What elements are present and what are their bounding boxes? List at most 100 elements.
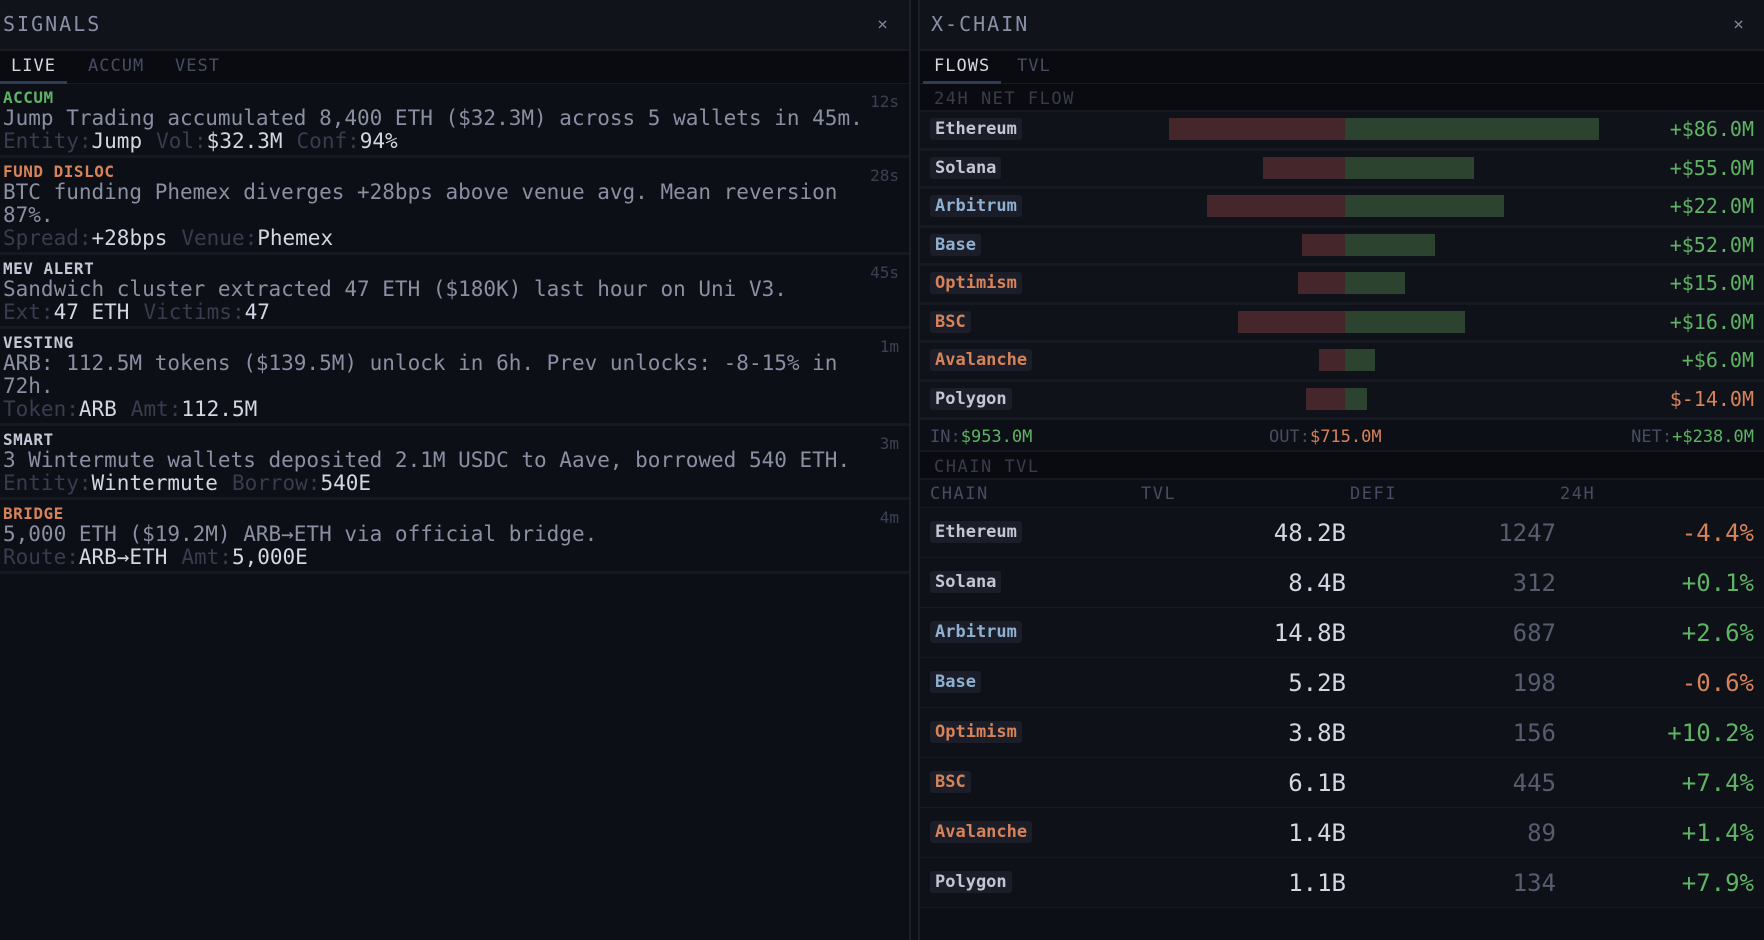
- meta-label: Entity:: [3, 471, 92, 495]
- signal-time: 28s: [870, 166, 899, 185]
- col-tvl: TVL: [1141, 484, 1177, 504]
- col-24h: 24H: [1560, 484, 1596, 504]
- tvl-value: 3.8B: [1288, 719, 1346, 747]
- signal-item[interactable]: ACCUM 12s Jump Trading accumulated 8,400 E…: [0, 84, 909, 158]
- change-24h: -4.4%: [1681, 519, 1754, 547]
- signal-item[interactable]: MEV ALERT 45s Sandwich cluster extracted 4…: [0, 255, 909, 329]
- tab-tvl[interactable]: TVL: [1006, 56, 1062, 84]
- change-24h: +2.6%: [1681, 619, 1754, 647]
- tvl-value: 14.8B: [1273, 619, 1346, 647]
- signals-panel: SIGNALS × LIVE ACCUM VEST ACCUM 12s Jump T…: [0, 0, 911, 940]
- outflow-bar: [1306, 387, 1345, 410]
- outflow-bar: [1237, 310, 1345, 333]
- close-icon[interactable]: ×: [1733, 14, 1744, 35]
- signal-category: MEV ALERT: [3, 259, 95, 278]
- signal-item[interactable]: BRIDGE 4m 5,000 ETH ($19.2M) ARB→ETH via o…: [0, 500, 909, 574]
- tab-live[interactable]: LIVE: [0, 56, 67, 84]
- meta-label: Victims:: [143, 300, 245, 324]
- defi-count: 1247: [1498, 519, 1556, 547]
- tvl-value: 1.4B: [1288, 819, 1346, 847]
- chain-chip: Optimism: [930, 272, 1022, 294]
- chain-chip: Polygon: [930, 871, 1012, 893]
- signal-category: BRIDGE: [3, 504, 64, 523]
- flow-row[interactable]: Base +$52.0M: [920, 227, 1764, 266]
- table-row[interactable]: Ethereum 48.2B 1247 -4.4%: [920, 508, 1764, 558]
- signals-header: SIGNALS ×: [0, 0, 909, 51]
- outflow-bar: [1302, 233, 1345, 256]
- meta-value: 47: [244, 300, 270, 324]
- signal-time: 1m: [879, 337, 899, 356]
- outflow-bar: [1263, 156, 1345, 179]
- chain-chip: Solana: [930, 156, 1002, 179]
- flow-row[interactable]: BSC +$16.0M: [920, 304, 1764, 343]
- inflow-bar: [1345, 118, 1599, 140]
- signal-item[interactable]: FUND DISLOC 28s BTC funding Phemex diverge…: [0, 158, 909, 255]
- outflow-bar: [1168, 118, 1345, 140]
- signal-time: 45s: [870, 263, 899, 282]
- chain-chip: Arbitrum: [930, 621, 1022, 643]
- signal-category: ACCUM: [3, 88, 54, 107]
- change-24h: +1.4%: [1681, 819, 1754, 847]
- meta-label: Amt:: [130, 397, 182, 421]
- flow-row[interactable]: Solana +$55.0M: [920, 150, 1764, 189]
- change-24h: +7.4%: [1681, 769, 1754, 797]
- outflow-bar: [1207, 195, 1345, 217]
- change-24h: +0.1%: [1681, 569, 1754, 597]
- tab-accum[interactable]: ACCUM: [77, 56, 155, 84]
- net-flow-value: +$52.0M: [1669, 232, 1754, 257]
- signal-category: SMART: [3, 430, 54, 449]
- xchain-title: X-CHAIN: [931, 12, 1030, 36]
- table-row[interactable]: Arbitrum 14.8B 687 +2.6%: [920, 608, 1764, 658]
- chain-chip: Avalanche: [930, 349, 1033, 371]
- chain-tvl-label: CHAIN TVL: [920, 452, 1764, 480]
- table-row[interactable]: Polygon 1.1B 134 +7.9%: [920, 858, 1764, 908]
- tab-flows[interactable]: FLOWS: [923, 56, 1002, 84]
- close-icon[interactable]: ×: [877, 14, 888, 35]
- signal-text: 5,000 ETH ($19.2M) ARB→ETH via official …: [3, 522, 598, 546]
- defi-count: 156: [1512, 719, 1556, 747]
- flow-row[interactable]: Ethereum +$86.0M: [920, 112, 1764, 151]
- signal-item[interactable]: SMART 3m 3 Wintermute wallets deposited 2.…: [0, 426, 909, 500]
- chain-chip: Polygon: [930, 387, 1012, 410]
- chain-chip: Ethereum: [930, 118, 1022, 140]
- inflow-bar: [1345, 349, 1376, 371]
- table-row[interactable]: Avalanche 1.4B 89 +1.4%: [920, 808, 1764, 858]
- total-net: NET:+$238.0M: [1631, 427, 1754, 447]
- signals-title: SIGNALS: [3, 12, 102, 36]
- meta-label: Ext:: [3, 300, 54, 324]
- meta-label: Borrow:: [231, 471, 321, 495]
- flow-row[interactable]: Polygon $-14.0M: [920, 381, 1764, 420]
- net-flow-value: +$86.0M: [1669, 117, 1754, 141]
- meta-value: Jump: [91, 129, 143, 153]
- chain-chip: Solana: [930, 571, 1002, 593]
- total-out: OUT:$715.0M: [1269, 427, 1382, 447]
- tab-vest[interactable]: VEST: [164, 56, 231, 84]
- xchain-header: X-CHAIN ×: [920, 0, 1764, 51]
- signal-text: ARB: 112.5M tokens ($139.5M) unlock in 6…: [3, 351, 838, 398]
- net-flow-value: +$55.0M: [1669, 155, 1754, 180]
- meta-value: 5,000E: [231, 545, 308, 569]
- defi-count: 198: [1512, 669, 1556, 697]
- table-row[interactable]: Solana 8.4B 312 +0.1%: [920, 558, 1764, 608]
- signal-item[interactable]: VESTING 1m ARB: 112.5M tokens ($139.5M) un…: [0, 329, 909, 426]
- table-row[interactable]: Base 5.2B 198 -0.6%: [920, 658, 1764, 708]
- tvl-table-header: CHAIN TVL DEFI 24H: [920, 480, 1764, 508]
- signal-text: 3 Wintermute wallets deposited 2.1M USDC…: [3, 448, 851, 472]
- inflow-bar: [1345, 195, 1505, 217]
- table-row[interactable]: Optimism 3.8B 156 +10.2%: [920, 708, 1764, 758]
- flow-row[interactable]: Avalanche +$6.0M: [920, 343, 1764, 382]
- meta-value: 94%: [359, 129, 398, 153]
- meta-label: Conf:: [296, 129, 360, 153]
- flow-row[interactable]: Optimism +$15.0M: [920, 266, 1764, 305]
- tvl-value: 1.1B: [1288, 869, 1346, 897]
- meta-value: 47 ETH: [53, 300, 130, 324]
- table-row[interactable]: BSC 6.1B 445 +7.4%: [920, 758, 1764, 808]
- signal-text: Jump Trading accumulated 8,400 ETH ($32.…: [3, 106, 863, 130]
- inflow-bar: [1345, 387, 1367, 410]
- flow-totals: IN:$953.0M OUT:$715.0M NET:+$238.0M: [920, 420, 1764, 452]
- defi-count: 312: [1512, 569, 1556, 597]
- meta-label: Token:: [3, 397, 79, 421]
- signal-text: Sandwich cluster extracted 47 ETH ($180K…: [3, 277, 787, 301]
- signal-category: VESTING: [3, 333, 74, 352]
- flow-row[interactable]: Arbitrum +$22.0M: [920, 189, 1764, 228]
